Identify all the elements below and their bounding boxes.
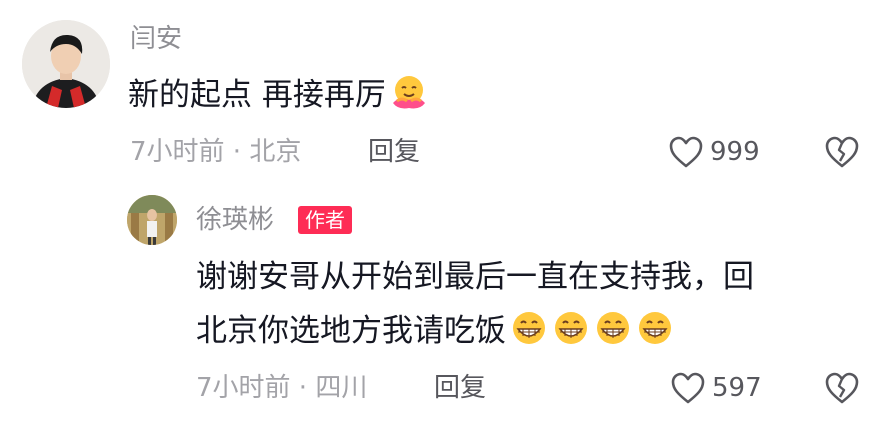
reply-avatar[interactable]	[127, 195, 177, 245]
like-count: 999	[710, 137, 760, 167]
reply-reply-button[interactable]: 回复	[434, 373, 486, 403]
author-badge: 作者	[298, 206, 352, 234]
reply-text: 谢谢安哥从开始到最后一直在支持我，回 北京你选地方我请吃饭	[196, 250, 754, 358]
grinning-face-emoji-icon	[513, 312, 545, 344]
comment-username[interactable]: 闫安	[130, 24, 182, 54]
broken-heart-icon[interactable]	[824, 371, 860, 405]
reply-button[interactable]: 回复	[368, 137, 420, 167]
avatar[interactable]	[22, 20, 110, 108]
reply-text-line-2: 北京你选地方我请吃饭	[196, 304, 754, 358]
comment-thread: 闫安 新的起点 再接再厉 7小时前 · 北京 回复 999 徐瑛彬 作者 谢谢安…	[0, 0, 881, 427]
like-button[interactable]: 999	[668, 135, 760, 169]
comment-text-content: 新的起点 再接再厉	[128, 77, 386, 113]
comment-text: 新的起点 再接再厉	[128, 68, 428, 122]
grinning-face-emoji-icon	[597, 312, 629, 344]
reply-meta: 7小时前 · 四川	[196, 373, 368, 403]
broken-heart-icon[interactable]	[824, 135, 860, 169]
grinning-face-emoji-icon	[639, 312, 671, 344]
hug-face-emoji-icon	[392, 76, 425, 109]
reply-username[interactable]: 徐瑛彬	[196, 205, 274, 235]
reply-text-line-2-content: 北京你选地方我请吃饭	[196, 313, 506, 349]
reply-like-count: 597	[712, 373, 762, 403]
comment-meta: 7小时前 · 北京	[130, 137, 302, 167]
reply-like-button[interactable]: 597	[670, 371, 762, 405]
heart-icon	[671, 372, 705, 404]
heart-icon	[669, 136, 703, 168]
grinning-face-emoji-icon	[555, 312, 587, 344]
reply-text-line-1: 谢谢安哥从开始到最后一直在支持我，回	[196, 259, 754, 295]
